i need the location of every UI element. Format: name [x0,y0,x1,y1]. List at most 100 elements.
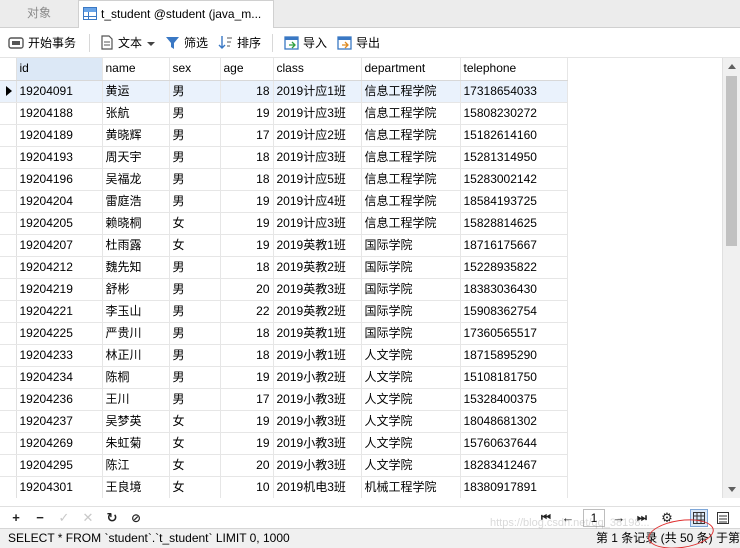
cell-id[interactable]: 19204219 [16,278,103,301]
import-button[interactable]: 导入 [284,32,327,54]
cell-id[interactable]: 19204212 [16,256,103,279]
row-indicator[interactable] [0,212,17,235]
discard-changes-button[interactable]: ✕ [80,509,96,527]
cell-id[interactable]: 19204234 [16,366,103,389]
sort-button[interactable]: 排序 [218,32,261,54]
cell-id[interactable]: 19204204 [16,190,103,213]
table-row[interactable]: 19204091 黄运男 18 2019计应1班 信息工程学院 17318654033 [0,80,568,103]
column-header-age[interactable]: age [220,58,274,81]
row-indicator[interactable] [0,234,17,257]
cell-class[interactable]: 2019计应3班 [273,212,362,235]
vertical-scrollbar[interactable] [722,58,740,498]
cell-department[interactable]: 国际学院 [361,278,461,301]
table-row[interactable]: 19204233 林正川男 18 2019小教1班 人文学院 18715895290 [0,344,568,367]
cell-telephone[interactable]: 15760637644 [460,432,568,455]
cell-age[interactable]: 20 [220,454,274,477]
row-indicator[interactable] [0,168,17,191]
cell-name[interactable]: 魏先知 [102,256,170,279]
cell-telephone[interactable]: 17360565517 [460,322,568,345]
cell-id[interactable]: 19204237 [16,410,103,433]
cell-age[interactable]: 18 [220,256,274,279]
table-row[interactable]: 19204219 舒彬男 20 2019英教3班 国际学院 18383036430 [0,278,568,301]
cell-class[interactable]: 2019英教3班 [273,278,362,301]
cell-department[interactable]: 信息工程学院 [361,146,461,169]
cell-class[interactable]: 2019计应3班 [273,102,362,125]
table-row[interactable]: 19204237 吴梦英女 19 2019小教3班 人文学院 18048681302 [0,410,568,433]
cell-name[interactable]: 吴福龙 [102,168,170,191]
row-indicator[interactable] [0,146,17,169]
refresh-icon[interactable]: ↻ [104,509,120,527]
cell-class[interactable]: 2019英教1班 [273,234,362,257]
column-header-class[interactable]: class [273,58,362,81]
cell-class[interactable]: 2019小教3班 [273,410,362,433]
row-indicator[interactable] [0,256,17,279]
cell-name[interactable]: 赖晓桐 [102,212,170,235]
cell-department[interactable]: 国际学院 [361,234,461,257]
column-header-sex[interactable]: sex [169,58,221,81]
cell-telephone[interactable]: 15328400375 [460,388,568,411]
cell-telephone[interactable]: 15828814625 [460,212,568,235]
cell-class[interactable]: 2019小教1班 [273,344,362,367]
cell-name[interactable]: 李玉山 [102,300,170,323]
cell-age[interactable]: 18 [220,344,274,367]
row-indicator[interactable] [0,388,17,411]
table-row[interactable]: 19204189 黄晓辉男 17 2019计应2班 信息工程学院 15182614160 [0,124,568,147]
cell-department[interactable]: 国际学院 [361,322,461,345]
scrollbar-thumb[interactable] [726,76,737,246]
row-indicator[interactable] [0,476,17,498]
table-row[interactable]: 19204196 吴福龙男 18 2019计应5班 信息工程学院 15283002142 [0,168,568,191]
cell-class[interactable]: 2019小教3班 [273,432,362,455]
cell-name[interactable]: 林正川 [102,344,170,367]
cell-id[interactable]: 19204189 [16,124,103,147]
cell-name[interactable]: 朱虹菊 [102,432,170,455]
column-header-name[interactable]: name [102,58,170,81]
cell-sex[interactable]: 女 [169,212,221,235]
cell-sex[interactable]: 男 [169,80,221,103]
table-row[interactable]: 19204234 陈桐男 19 2019小教2班 人文学院 15108181750 [0,366,568,389]
cell-age[interactable]: 19 [220,190,274,213]
filter-button[interactable]: 筛选 [165,32,208,54]
cell-id[interactable]: 19204205 [16,212,103,235]
row-indicator[interactable] [0,366,17,389]
cell-sex[interactable]: 男 [169,388,221,411]
cell-age[interactable]: 19 [220,410,274,433]
cell-telephone[interactable]: 18283412467 [460,454,568,477]
cell-sex[interactable]: 女 [169,432,221,455]
cell-telephone[interactable]: 15182614160 [460,124,568,147]
cell-department[interactable]: 人文学院 [361,344,461,367]
cell-name[interactable]: 杜雨露 [102,234,170,257]
cell-age[interactable]: 18 [220,322,274,345]
tab-objects[interactable]: 对象 [0,0,78,28]
row-indicator[interactable] [0,322,17,345]
cell-telephone[interactable]: 15228935822 [460,256,568,279]
row-indicator[interactable] [0,278,17,301]
cell-age[interactable]: 19 [220,102,274,125]
cell-age[interactable]: 19 [220,212,274,235]
begin-transaction-button[interactable]: 开始事务 [8,32,76,54]
cell-telephone[interactable]: 15283002142 [460,168,568,191]
cell-name[interactable]: 陈桐 [102,366,170,389]
cell-sex[interactable]: 男 [169,168,221,191]
cell-age[interactable]: 19 [220,432,274,455]
column-header-department[interactable]: department [361,58,461,81]
cell-telephone[interactable]: 18715895290 [460,344,568,367]
cell-department[interactable]: 人文学院 [361,388,461,411]
cell-age[interactable]: 18 [220,146,274,169]
cell-id[interactable]: 19204221 [16,300,103,323]
cell-name[interactable]: 张航 [102,102,170,125]
cell-department[interactable]: 国际学院 [361,256,461,279]
cell-class[interactable]: 2019英教1班 [273,322,362,345]
cell-department[interactable]: 信息工程学院 [361,102,461,125]
scroll-down-icon[interactable] [728,487,736,492]
cell-age[interactable]: 19 [220,366,274,389]
cell-telephone[interactable]: 15808230272 [460,102,568,125]
cell-telephone[interactable]: 18716175667 [460,234,568,257]
cell-department[interactable]: 信息工程学院 [361,212,461,235]
table-row[interactable]: 19204301 王良境女 10 2019机电3班 机械工程学院 18380917891 [0,476,568,498]
cell-department[interactable]: 人文学院 [361,366,461,389]
cell-department[interactable]: 机械工程学院 [361,476,461,498]
row-indicator[interactable] [0,410,17,433]
cell-name[interactable]: 王良境 [102,476,170,498]
cell-telephone[interactable]: 18584193725 [460,190,568,213]
table-row[interactable]: 19204212 魏先知男 18 2019英教2班 国际学院 15228935822 [0,256,568,279]
